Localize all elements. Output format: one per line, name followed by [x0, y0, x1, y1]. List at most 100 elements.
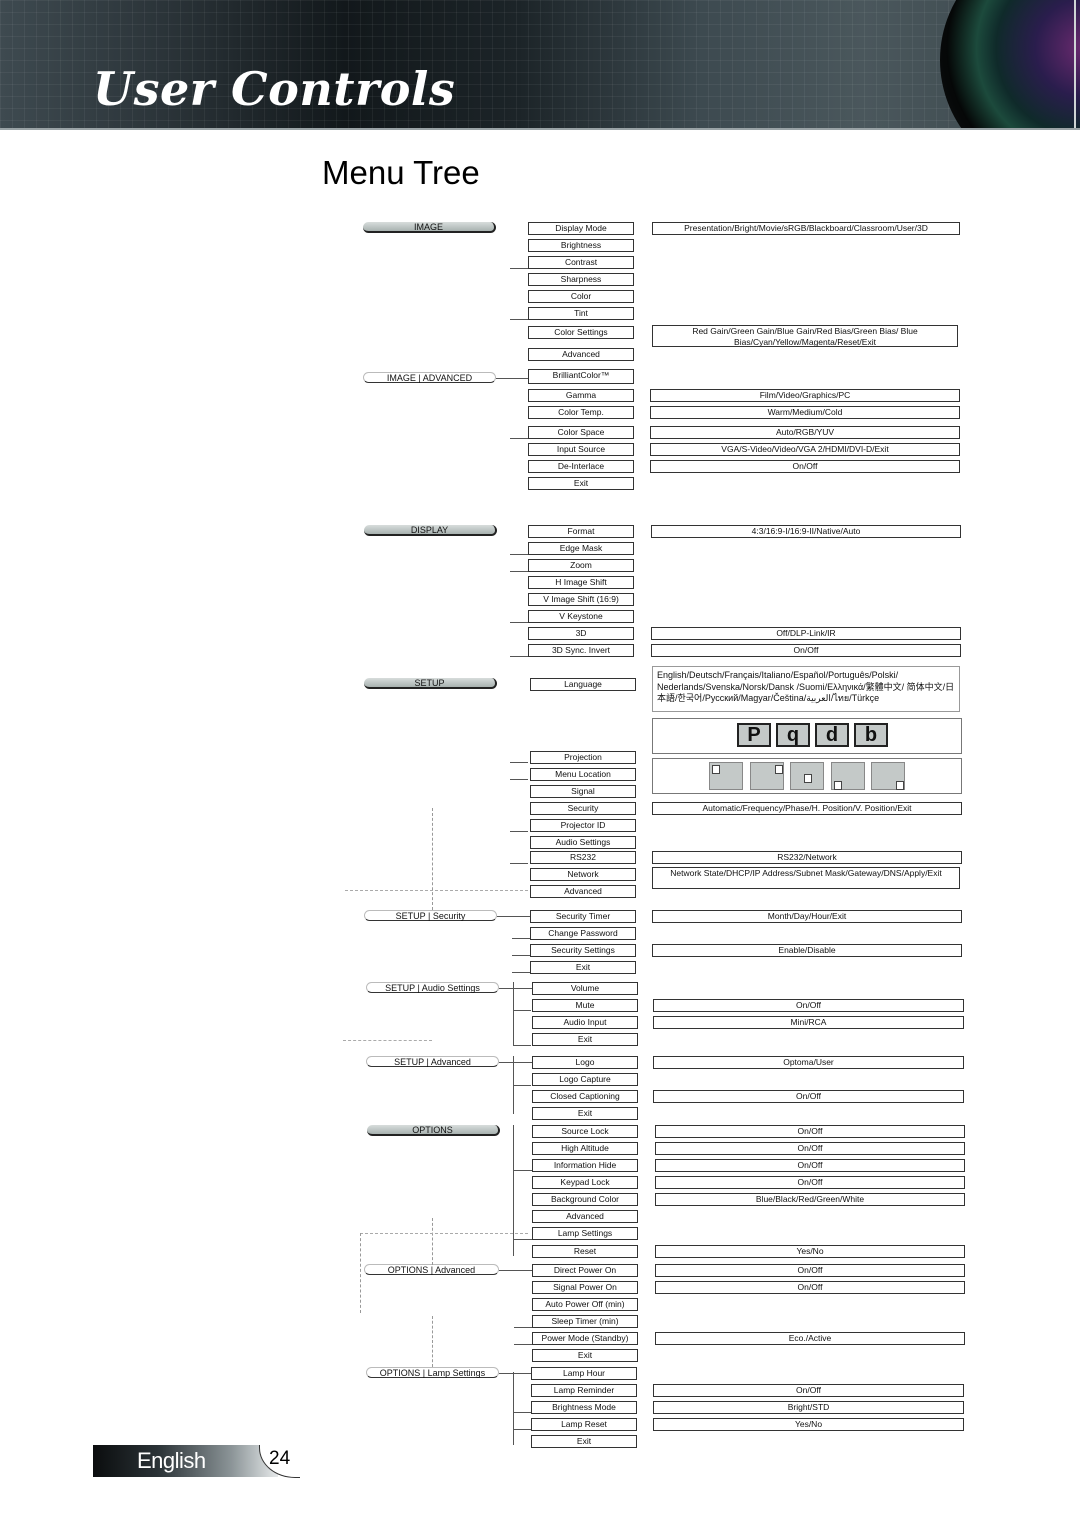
menu-item-lamp-hour[interactable]: Lamp Hour — [531, 1367, 637, 1380]
menu-item-gamma[interactable]: Gamma — [528, 389, 634, 402]
menu-item-exit[interactable]: Exit — [532, 1107, 638, 1120]
category-setup-advanced[interactable]: SETUP | Advanced — [366, 1056, 499, 1067]
menu-item-rs232[interactable]: RS232 — [530, 851, 636, 864]
menu-item-color-space[interactable]: Color Space — [528, 426, 634, 439]
menu-item-keypad-lock[interactable]: Keypad Lock — [532, 1176, 638, 1189]
menu-item-display-mode[interactable]: Display Mode — [528, 222, 634, 235]
menu-location-top-left-icon — [709, 762, 743, 790]
menu-item-signal-power-on[interactable]: Signal Power On — [532, 1281, 638, 1294]
menu-item-exit[interactable]: Exit — [530, 961, 636, 974]
menu-item-volume[interactable]: Volume — [532, 982, 638, 995]
menu-item-reset[interactable]: Reset — [532, 1245, 638, 1258]
menu-item-contrast[interactable]: Contrast — [528, 256, 634, 269]
connector-line — [499, 1270, 532, 1271]
menu-item-auto-power-off-min[interactable]: Auto Power Off (min) — [532, 1298, 638, 1311]
category-options-advanced[interactable]: OPTIONS | Advanced — [364, 1264, 499, 1275]
menu-item-format[interactable]: Format — [528, 525, 634, 538]
projector-lens-image — [940, 0, 1080, 130]
options-3d-sync-invert: On/Off — [651, 644, 961, 657]
category-setup-security[interactable]: SETUP | Security — [364, 910, 497, 921]
menu-location-top-right-icon — [750, 762, 784, 790]
dashed-guide — [360, 1233, 361, 1313]
category-options-lamp-settings[interactable]: OPTIONS | Lamp Settings — [366, 1367, 499, 1378]
menu-item-exit[interactable]: Exit — [532, 1349, 638, 1362]
menu-item-background-color[interactable]: Background Color — [532, 1193, 638, 1206]
menu-item-mute[interactable]: Mute — [532, 999, 638, 1012]
category-image-advanced[interactable]: IMAGE | ADVANCED — [363, 372, 496, 383]
menu-item-color[interactable]: Color — [528, 290, 634, 303]
menu-item-signal[interactable]: Signal — [530, 785, 636, 798]
menu-item-lamp-reset[interactable]: Lamp Reset — [531, 1418, 637, 1431]
category-display[interactable]: DISPLAY — [364, 525, 497, 536]
tree-tick — [514, 1344, 532, 1345]
menu-item-zoom[interactable]: Zoom — [528, 559, 634, 572]
menu-item-brightness-mode[interactable]: Brightness Mode — [531, 1401, 637, 1414]
options-input-source: VGA/S-Video/Video/VGA 2/HDMI/DVI-D/Exit — [650, 443, 960, 456]
menu-item-edge-mask[interactable]: Edge Mask — [528, 542, 634, 555]
menu-item-sharpness[interactable]: Sharpness — [528, 273, 634, 286]
menu-item-brilliantcolor[interactable]: BrilliantColor™ — [528, 369, 634, 384]
menu-item-security[interactable]: Security — [530, 802, 636, 815]
menu-item-v-image-shift-16-9[interactable]: V Image Shift (16:9) — [528, 593, 634, 606]
menu-item-3d[interactable]: 3D — [528, 627, 634, 640]
menu-item-exit[interactable]: Exit — [531, 1435, 637, 1448]
menu-item-projector-id[interactable]: Projector ID — [530, 819, 636, 832]
options-closed-captioning: On/Off — [653, 1090, 964, 1103]
options-brightness-mode: Bright/STD — [653, 1401, 964, 1414]
options-network: Network State/DHCP/IP Address/Subnet Mas… — [652, 867, 960, 889]
footer: English 24 — [93, 1445, 300, 1478]
menu-position-marker — [804, 774, 812, 783]
menu-item-advanced[interactable]: Advanced — [530, 885, 636, 898]
menu-item-exit[interactable]: Exit — [532, 1033, 638, 1046]
tree-tick — [510, 831, 528, 832]
menu-item-information-hide[interactable]: Information Hide — [532, 1159, 638, 1172]
connector-line — [497, 916, 530, 917]
menu-item-color-temp[interactable]: Color Temp. — [528, 406, 634, 419]
header-banner: User Controls — [0, 0, 1080, 130]
options-mute: On/Off — [653, 999, 964, 1012]
menu-item-security-settings[interactable]: Security Settings — [530, 944, 636, 957]
menu-item-change-password[interactable]: Change Password — [530, 927, 636, 940]
menu-item-3d-sync-invert[interactable]: 3D Sync. Invert — [528, 644, 634, 657]
menu-item-lamp-reminder[interactable]: Lamp Reminder — [531, 1384, 637, 1397]
menu-item-projection[interactable]: Projection — [530, 751, 636, 764]
options-security-settings: Enable/Disable — [652, 944, 962, 957]
menu-item-v-keystone[interactable]: V Keystone — [528, 610, 634, 623]
category-setup[interactable]: SETUP — [364, 678, 497, 689]
menu-item-security-timer[interactable]: Security Timer — [530, 910, 636, 923]
tree-tick — [510, 438, 528, 439]
menu-item-h-image-shift[interactable]: H Image Shift — [528, 576, 634, 589]
connector-line — [499, 988, 532, 989]
menu-item-sleep-timer-min[interactable]: Sleep Timer (min) — [532, 1315, 638, 1328]
category-options[interactable]: OPTIONS — [367, 1125, 500, 1136]
menu-item-direct-power-on[interactable]: Direct Power On — [532, 1264, 638, 1277]
menu-item-de-interlace[interactable]: De-Interlace — [528, 460, 634, 473]
category-setup-audio-settings[interactable]: SETUP | Audio Settings — [366, 982, 499, 993]
menu-item-high-altitude[interactable]: High Altitude — [532, 1142, 638, 1155]
menu-item-language[interactable]: Language — [530, 678, 636, 691]
menu-item-exit[interactable]: Exit — [528, 477, 634, 490]
tree-tick — [513, 1412, 531, 1413]
options-rs232: RS232/Network — [652, 851, 962, 864]
menu-item-logo[interactable]: Logo — [532, 1056, 638, 1069]
menu-item-audio-input[interactable]: Audio Input — [532, 1016, 638, 1029]
menu-item-menu-location[interactable]: Menu Location — [530, 768, 636, 781]
menu-position-marker — [896, 781, 904, 790]
menu-item-audio-settings[interactable]: Audio Settings — [530, 836, 636, 849]
menu-item-network[interactable]: Network — [530, 868, 636, 881]
menu-item-color-settings[interactable]: Color Settings — [528, 326, 634, 339]
menu-item-source-lock[interactable]: Source Lock — [532, 1125, 638, 1138]
menu-item-lamp-settings[interactable]: Lamp Settings — [532, 1227, 638, 1240]
menu-item-logo-capture[interactable]: Logo Capture — [532, 1073, 638, 1086]
menu-item-brightness[interactable]: Brightness — [528, 239, 634, 252]
menu-item-advanced[interactable]: Advanced — [532, 1210, 638, 1223]
menu-item-advanced[interactable]: Advanced — [528, 348, 634, 361]
options-high-altitude: On/Off — [655, 1142, 965, 1155]
menu-item-tint[interactable]: Tint — [528, 307, 634, 320]
menu-item-power-mode-standby[interactable]: Power Mode (Standby) — [532, 1332, 638, 1345]
banner-divider — [0, 128, 1080, 130]
dashed-guide — [432, 808, 433, 910]
menu-item-input-source[interactable]: Input Source — [528, 443, 634, 456]
category-image[interactable]: IMAGE — [363, 222, 496, 233]
menu-item-closed-captioning[interactable]: Closed Captioning — [532, 1090, 638, 1103]
